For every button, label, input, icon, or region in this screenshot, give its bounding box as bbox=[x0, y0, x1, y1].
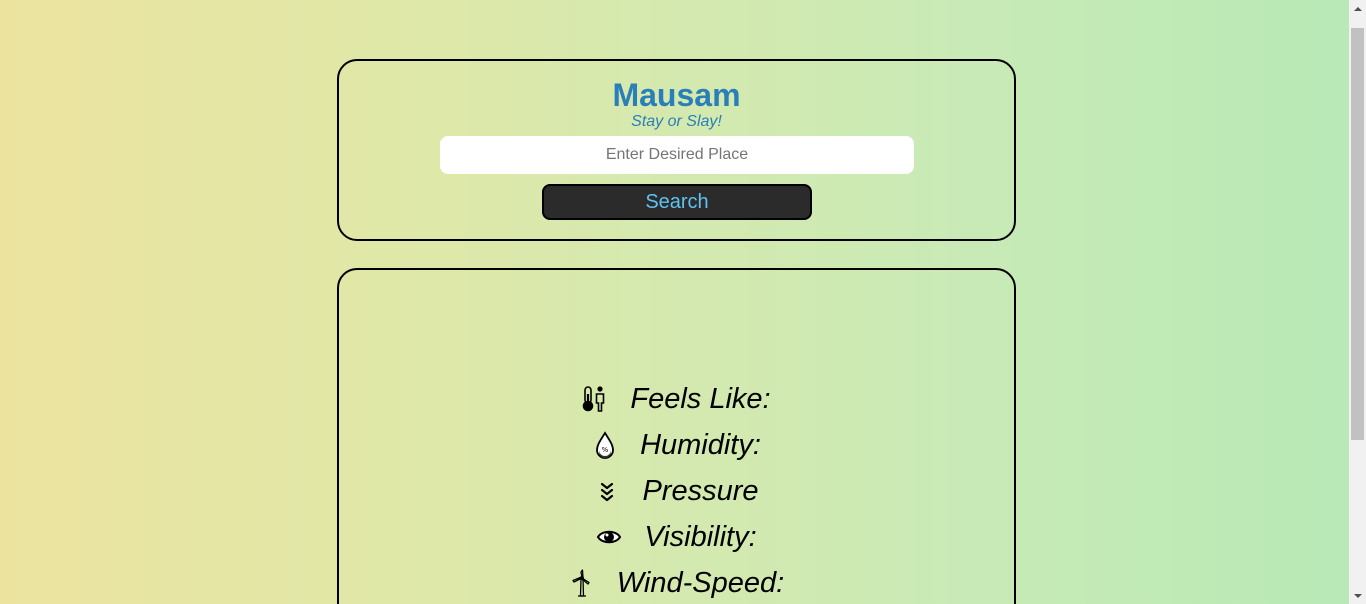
pressure-label: Pressure bbox=[642, 474, 759, 507]
search-card: Mausam Stay or Slay! Search bbox=[337, 59, 1016, 241]
weather-card: Feels Like: % Humidity: Pressure Visibil… bbox=[337, 268, 1016, 604]
pressure-row: Pressure bbox=[339, 471, 1014, 511]
search-input[interactable] bbox=[440, 136, 914, 174]
thermometer-person-icon bbox=[582, 384, 608, 414]
app-tagline: Stay or Slay! bbox=[631, 113, 722, 130]
scroll-down-arrow-icon[interactable] bbox=[1349, 587, 1366, 604]
scroll-up-arrow-icon[interactable] bbox=[1349, 0, 1366, 17]
page: Mausam Stay or Slay! Search Feels Like: bbox=[0, 0, 1349, 604]
humidity-row: % Humidity: bbox=[339, 425, 1014, 465]
search-button[interactable]: Search bbox=[542, 184, 812, 220]
eye-icon bbox=[596, 522, 622, 552]
triple-chevron-down-icon bbox=[594, 476, 620, 506]
water-drop-percent-icon: % bbox=[592, 430, 618, 460]
app-title: Mausam bbox=[612, 77, 741, 113]
wind-turbine-icon bbox=[569, 568, 595, 598]
svg-text:%: % bbox=[602, 446, 609, 454]
feels-like-row: Feels Like: bbox=[339, 379, 1014, 419]
scrollbar-thumb[interactable] bbox=[1351, 28, 1364, 440]
visibility-row: Visibility: bbox=[339, 517, 1014, 557]
wind-speed-label: Wind-Speed: bbox=[616, 566, 785, 599]
feels-like-label: Feels Like: bbox=[630, 382, 771, 415]
humidity-label: Humidity: bbox=[640, 428, 761, 461]
visibility-label: Visibility: bbox=[644, 520, 757, 553]
scrollbar[interactable] bbox=[1349, 0, 1366, 604]
wind-speed-row: Wind-Speed: bbox=[339, 563, 1014, 603]
